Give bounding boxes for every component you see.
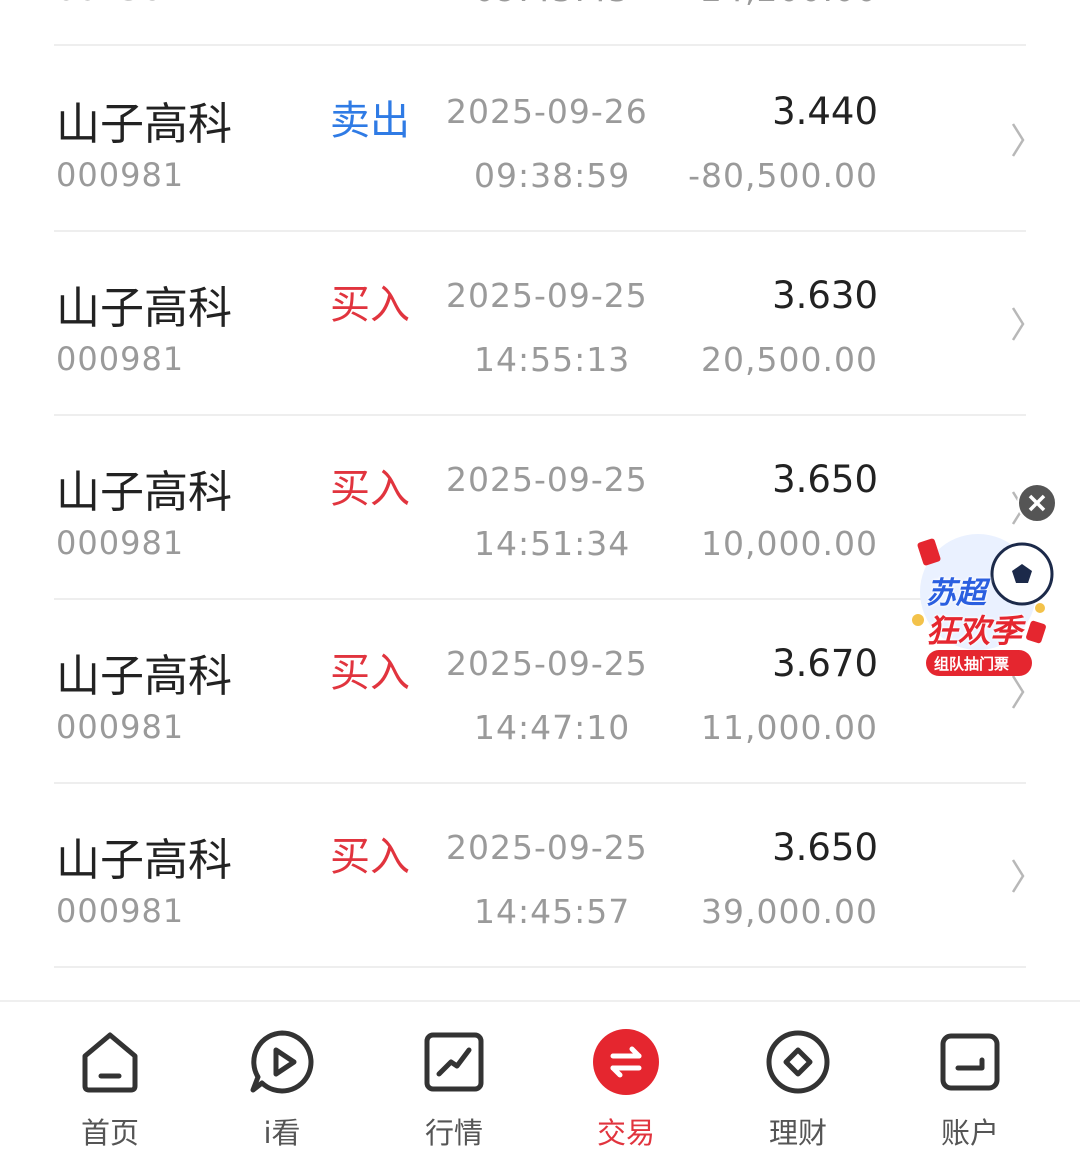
tab-wealth[interactable]: 理财 [728,1028,868,1158]
trade-price: 3.650 [772,458,878,501]
stock-code: 000981 [56,156,185,194]
tab-market[interactable]: 行情 [384,1028,524,1158]
trade-time: 14:45:57 [474,892,631,931]
stock-name: 山子高科 [56,651,232,702]
trade-amount: -80,500.00 [688,156,878,195]
trade-amount: 10,000.00 [701,524,878,563]
bottom-tab-bar: 首页 i看 行情 交易 理财 账户 [0,1000,1080,1172]
stock-code: 000981 [56,892,185,930]
close-icon[interactable] [1017,483,1057,523]
tab-label: 账户 [940,1116,999,1150]
trade-time: 09:38:59 [474,156,631,195]
market-chart-icon [424,1032,484,1092]
promo-title-line2: 狂欢季 [926,612,1023,650]
tab-label: i看 [263,1116,301,1150]
trade-amount: 39,000.00 [701,892,878,931]
trade-row[interactable]: 山子高科 000981 卖出 2025-09-26 09:38:59 3.440… [0,48,1080,232]
trade-time: 14:55:13 [474,340,631,379]
tab-label: 首页 [80,1116,139,1150]
trade-exchange-icon [593,1029,659,1095]
trade-date: 2025-09-26 [446,92,648,131]
trade-side-label: 买入 [330,466,410,512]
account-wallet-icon [940,1033,1000,1091]
trade-amount: 24,200.00 [701,0,878,9]
chevron-right-icon[interactable] [1008,304,1028,344]
chevron-right-icon[interactable] [1008,120,1028,160]
trade-amount: 20,500.00 [701,340,878,379]
chevron-right-icon[interactable] [1008,856,1028,896]
stock-name: 山子高科 [56,467,232,518]
trade-side-label: 买入 [330,282,410,328]
stock-name: 山子高科 [56,99,232,150]
trade-date: 2025-09-25 [446,644,648,683]
tab-label: 理财 [768,1116,827,1150]
trade-row[interactable]: 山子高科 000981 买入 2025-09-25 14:45:57 3.650… [0,784,1080,968]
trade-side-label: 卖出 [330,98,410,144]
trade-time: 09:45:45 [474,0,630,9]
trade-side-label: 买入 [330,834,410,880]
stock-code: 000981 [56,524,185,562]
tab-i-kan[interactable]: i看 [212,1028,352,1158]
stock-code: 000981 [56,708,185,746]
trade-date: 2025-09-25 [446,828,648,867]
tab-account[interactable]: 账户 [900,1028,1040,1158]
tab-label: 交易 [596,1116,655,1150]
trade-date: 2025-09-25 [446,276,648,315]
row-divider [54,966,1026,968]
trade-time: 14:51:34 [474,524,631,563]
row-divider [54,44,1026,46]
stock-name: 山子高科 [56,283,232,334]
play-chat-icon [250,1030,314,1094]
trade-price: 3.630 [772,274,878,317]
trade-time: 14:47:10 [474,708,631,747]
trade-side-label: 买入 [330,650,410,696]
stock-code: 002567 [56,0,184,8]
wealth-diamond-icon [766,1030,830,1094]
promo-cta: 组队抽门票 [934,655,1010,673]
home-icon [82,1032,138,1093]
tab-home[interactable]: 首页 [40,1028,180,1158]
trade-row-partial[interactable]: 002567 09:45:45 24,200.00 [0,0,1080,46]
stock-name: 山子高科 [56,835,232,886]
trade-price: 3.650 [772,826,878,869]
trade-price: 3.670 [772,642,878,685]
trade-date: 2025-09-25 [446,460,648,499]
trade-amount: 11,000.00 [701,708,878,747]
trade-row[interactable]: 山子高科 000981 买入 2025-09-25 14:55:13 3.630… [0,232,1080,416]
tab-label: 行情 [424,1116,483,1150]
tab-trade[interactable]: 交易 [556,1028,696,1158]
stock-code: 000981 [56,340,185,378]
trade-price: 3.440 [772,90,878,133]
